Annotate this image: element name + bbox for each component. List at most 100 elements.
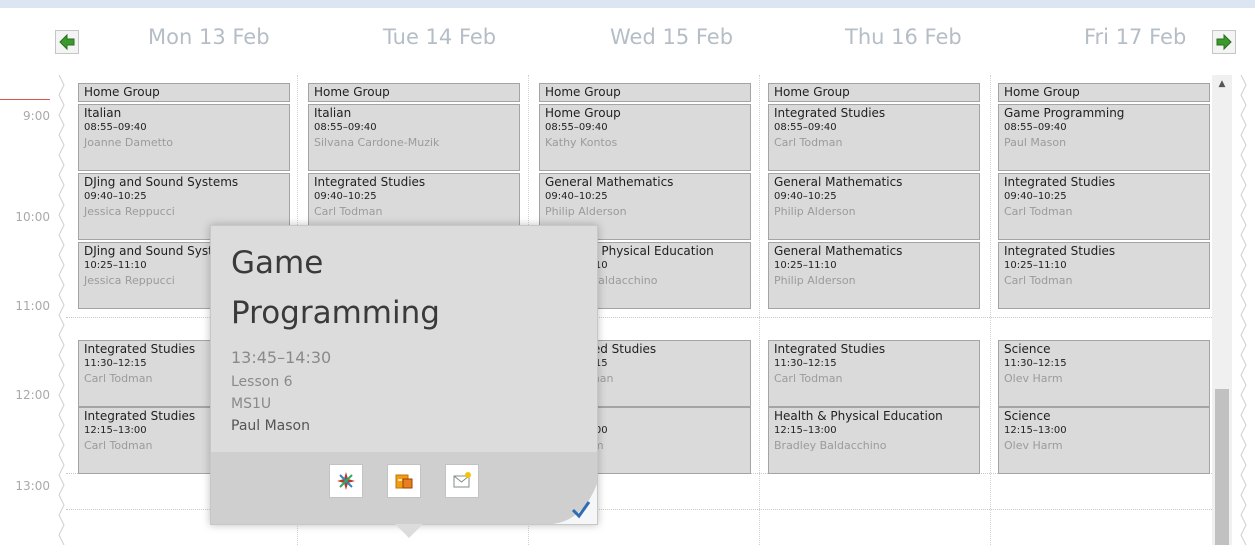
- lesson-time: 08:55–09:40: [84, 122, 147, 133]
- lesson-time: 09:40–10:25: [545, 191, 608, 202]
- lesson-subject: Integrated Studies: [774, 106, 886, 120]
- lesson-card[interactable]: Home Group 08:55–09:40 Kathy Kontos: [539, 104, 751, 171]
- popup-title: Game Programming: [231, 245, 440, 331]
- lesson-time: 08:55–09:40: [314, 122, 377, 133]
- lesson-subject: Health & Physical Education: [774, 409, 943, 423]
- lesson-time: 10:25–11:10: [1004, 260, 1067, 271]
- lesson-teacher: Carl Todman: [774, 372, 843, 385]
- popup-room: MS1U: [231, 396, 272, 412]
- popup-lesson: Lesson 6: [231, 374, 293, 390]
- lesson-teacher: Silvana Cardone-Muzik: [314, 136, 440, 149]
- lesson-subject: Integrated Studies: [774, 342, 886, 356]
- scroll-up-arrow[interactable]: ▲: [1212, 75, 1232, 93]
- lesson-card[interactable]: Integrated Studies 11:30–12:15 Carl Todman: [768, 340, 980, 407]
- lesson-card[interactable]: Home Group: [768, 83, 980, 102]
- lesson-time: 09:40–10:25: [84, 191, 147, 202]
- lesson-subject: Home Group: [1004, 85, 1080, 99]
- lesson-subject: Game Programming: [1004, 106, 1125, 120]
- lesson-card[interactable]: Integrated Studies 08:55–09:40 Carl Todman: [768, 104, 980, 171]
- lesson-subject: Integrated Studies: [314, 175, 426, 189]
- lesson-card[interactable]: Home Group: [78, 83, 290, 102]
- right-tear-edge: [1240, 75, 1247, 545]
- left-tear-edge: [58, 75, 65, 545]
- scroll-thumb[interactable]: [1215, 389, 1229, 545]
- popup-teacher: Paul Mason: [231, 418, 310, 434]
- day-header-mon: Mon 13 Feb: [148, 25, 270, 49]
- lesson-teacher: Carl Todman: [314, 205, 383, 218]
- lesson-teacher: Joanne Dametto: [84, 136, 173, 149]
- popup-footer: [211, 452, 597, 524]
- lesson-subject: Italian: [84, 106, 122, 120]
- lesson-card[interactable]: General Mathematics 09:40–10:25 Philip Ald…: [768, 173, 980, 240]
- lesson-time: 12:15–13:00: [1004, 425, 1067, 436]
- lesson-card[interactable]: Health & Physical Education 12:15–13:00 Br…: [768, 407, 980, 474]
- lesson-time: 09:40–10:25: [774, 191, 837, 202]
- top-strip: [0, 0, 1255, 8]
- lesson-subject: General Mathematics: [774, 175, 903, 189]
- vertical-scrollbar[interactable]: ▲: [1212, 75, 1232, 545]
- lesson-teacher: Bradley Baldacchino: [774, 439, 887, 452]
- time-column: 9:00 10:00 11:00 12:00 13:00: [0, 75, 60, 545]
- lesson-subject: Home Group: [774, 85, 850, 99]
- lesson-card[interactable]: Italian 08:55–09:40 Joanne Dametto: [78, 104, 290, 171]
- lesson-popup: Game Programming 13:45–14:30 Lesson 6 MS…: [210, 225, 598, 525]
- arrow-left-icon: [59, 33, 75, 51]
- lesson-teacher: Jessica Reppucci: [84, 205, 175, 218]
- lesson-subject: Integrated Studies: [1004, 175, 1116, 189]
- lesson-card[interactable]: Home Group: [308, 83, 520, 102]
- orange-calendar-icon: [395, 474, 413, 489]
- week-header: Mon 13 Feb Tue 14 Feb Wed 15 Feb Thu 16 …: [0, 8, 1255, 70]
- day-header-fri: Fri 17 Feb: [1084, 25, 1187, 49]
- lesson-teacher: Kathy Kontos: [545, 136, 618, 149]
- day-header-thu: Thu 16 Feb: [845, 25, 962, 49]
- lesson-teacher: Olev Harm: [1004, 372, 1063, 385]
- lesson-card[interactable]: Science 12:15–13:00 Olev Harm: [998, 407, 1210, 474]
- lesson-subject: Science: [1004, 409, 1051, 423]
- prev-week-button[interactable]: [55, 30, 79, 54]
- lesson-card[interactable]: General Mathematics 10:25–11:10 Philip Ald…: [768, 242, 980, 309]
- time-label: 10:00: [15, 210, 50, 224]
- lesson-subject: Home Group: [545, 106, 621, 120]
- day-divider: [759, 75, 760, 545]
- lesson-subject: Home Group: [84, 85, 160, 99]
- lesson-time: 09:40–10:25: [314, 191, 377, 202]
- lesson-time: 12:15–13:00: [774, 425, 837, 436]
- calendar-button[interactable]: [387, 464, 421, 498]
- lesson-subject: Home Group: [545, 85, 621, 99]
- lesson-card[interactable]: Home Group: [998, 83, 1210, 102]
- timetable-grid: 9:00 10:00 11:00 12:00 13:00 Home Group I…: [0, 75, 1255, 545]
- lesson-card[interactable]: Integrated Studies 10:25–11:10 Carl Todman: [998, 242, 1210, 309]
- popup-pointer: [395, 524, 423, 538]
- lesson-teacher: Carl Todman: [1004, 274, 1073, 287]
- lesson-card[interactable]: Home Group: [539, 83, 751, 102]
- compass-button[interactable]: [329, 464, 363, 498]
- envelope-icon: [453, 472, 471, 488]
- lesson-subject: Home Group: [314, 85, 390, 99]
- next-week-button[interactable]: [1212, 30, 1236, 54]
- time-label: 11:00: [15, 299, 50, 313]
- arrow-right-icon: [1216, 33, 1232, 51]
- lesson-time: 08:55–09:40: [774, 122, 837, 133]
- current-time-line: [0, 99, 50, 100]
- lesson-card[interactable]: Game Programming 08:55–09:40 Paul Mason: [998, 104, 1210, 171]
- day-divider: [990, 75, 991, 545]
- lesson-card[interactable]: Science 11:30–12:15 Olev Harm: [998, 340, 1210, 407]
- checkmark-icon[interactable]: [553, 484, 597, 524]
- day-header-tue: Tue 14 Feb: [383, 25, 497, 49]
- lesson-card[interactable]: Integrated Studies 09:40–10:25 Carl Todman: [998, 173, 1210, 240]
- lesson-subject: DJing and Sound Systems: [84, 175, 239, 189]
- lesson-time: 08:55–09:40: [1004, 122, 1067, 133]
- lesson-subject: General Mathematics: [774, 244, 903, 258]
- lesson-teacher: Philip Alderson: [774, 274, 856, 287]
- time-label: 12:00: [15, 388, 50, 402]
- lesson-teacher: Philip Alderson: [774, 205, 856, 218]
- lesson-time: 09:40–10:25: [1004, 191, 1067, 202]
- time-label: 9:00: [23, 109, 50, 123]
- lesson-time: 10:25–11:10: [774, 260, 837, 271]
- lesson-time: 08:55–09:40: [545, 122, 608, 133]
- message-button[interactable]: [445, 464, 479, 498]
- lesson-time: 11:30–12:15: [1004, 358, 1067, 369]
- lesson-card[interactable]: Italian 08:55–09:40 Silvana Cardone-Muzik: [308, 104, 520, 171]
- popup-time: 13:45–14:30: [231, 348, 332, 367]
- lesson-subject: Italian: [314, 106, 352, 120]
